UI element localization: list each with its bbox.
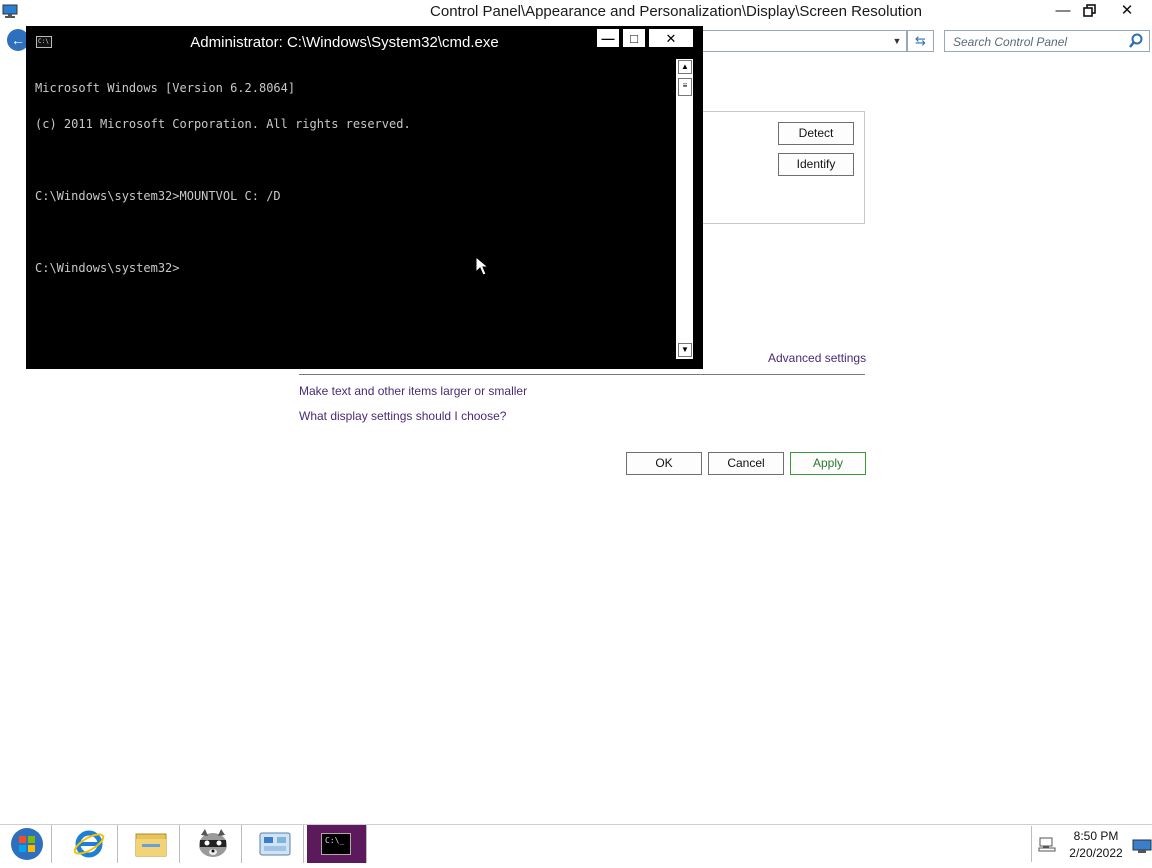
taskbar-explorer-button[interactable]: [122, 825, 180, 863]
cmd-line: [35, 154, 675, 166]
tray-separator: [1031, 826, 1032, 862]
detect-button[interactable]: Detect: [778, 122, 854, 145]
internet-explorer-icon: [73, 830, 105, 858]
control-panel-titlebar[interactable]: Control Panel\Appearance and Personaliza…: [0, 0, 1152, 24]
address-bar[interactable]: [700, 30, 907, 52]
cmd-scrollbar[interactable]: [676, 59, 693, 359]
divider: [299, 374, 865, 375]
taskbar-raccoon-app-button[interactable]: [184, 825, 242, 863]
cmd-maximize-button[interactable]: □: [622, 28, 646, 48]
cmd-line: [35, 226, 675, 238]
refresh-button[interactable]: ⇆: [907, 30, 934, 52]
cmd-output[interactable]: Microsoft Windows [Version 6.2.8064] (c)…: [35, 58, 675, 298]
restore-icon: [1083, 4, 1096, 17]
ok-button[interactable]: OK: [626, 452, 702, 475]
search-input[interactable]: Search Control Panel: [944, 30, 1150, 52]
cmd-prompt-line: C:\Windows\system32>: [35, 261, 180, 275]
scroll-up-icon[interactable]: ▲: [678, 60, 692, 74]
server-manager-icon: [259, 832, 291, 856]
cancel-button[interactable]: Cancel: [708, 452, 784, 475]
cmd-line: C:\Windows\system32>MOUNTVOL C: /D: [35, 189, 281, 203]
cmd-line: Microsoft Windows [Version 6.2.8064]: [35, 81, 296, 95]
cmd-close-button[interactable]: ✕: [648, 28, 694, 48]
close-button[interactable]: ✕: [1112, 0, 1142, 22]
clock-date[interactable]: 2/20/2022: [1064, 846, 1128, 860]
windows-logo-icon: [11, 828, 43, 860]
network-icon[interactable]: [1038, 836, 1056, 852]
apply-button[interactable]: Apply: [790, 452, 866, 475]
minimize-button[interactable]: —: [1048, 0, 1078, 22]
scroll-thumb[interactable]: ≡: [678, 78, 692, 96]
restore-button[interactable]: [1075, 0, 1105, 22]
raccoon-icon: [199, 829, 227, 857]
search-icon[interactable]: [1128, 33, 1144, 49]
cmd-title: Administrator: C:\Windows\System32\cmd.e…: [190, 34, 499, 51]
identify-button[interactable]: Identify: [778, 153, 854, 176]
window-title: Control Panel\Appearance and Personaliza…: [430, 3, 922, 20]
start-button[interactable]: [0, 825, 52, 863]
mouse-pointer-icon: [475, 256, 487, 276]
cmd-minimize-button[interactable]: —: [596, 28, 620, 48]
advanced-settings-link[interactable]: Advanced settings: [768, 351, 866, 365]
cmd-titlebar[interactable]: C:\ Administrator: C:\Windows\System32\c…: [26, 26, 703, 58]
cmd-line: (c) 2011 Microsoft Corporation. All righ…: [35, 117, 411, 131]
cmd-taskbar-icon: C:\_: [321, 833, 351, 855]
address-dropdown-icon[interactable]: ▼: [888, 31, 906, 51]
show-desktop-icon[interactable]: [1132, 826, 1152, 862]
taskbar-server-manager-button[interactable]: [246, 825, 304, 863]
display-help-link[interactable]: What display settings should I choose?: [299, 409, 506, 423]
taskbar-ie-button[interactable]: [60, 825, 118, 863]
folder-icon: [135, 833, 167, 857]
clock-time[interactable]: 8:50 PM: [1064, 829, 1128, 843]
scroll-down-icon[interactable]: ▼: [678, 343, 692, 357]
cmd-window[interactable]: C:\ Administrator: C:\Windows\System32\c…: [26, 26, 703, 369]
taskbar-cmd-button[interactable]: C:\_: [307, 825, 367, 863]
text-size-link[interactable]: Make text and other items larger or smal…: [299, 384, 527, 398]
